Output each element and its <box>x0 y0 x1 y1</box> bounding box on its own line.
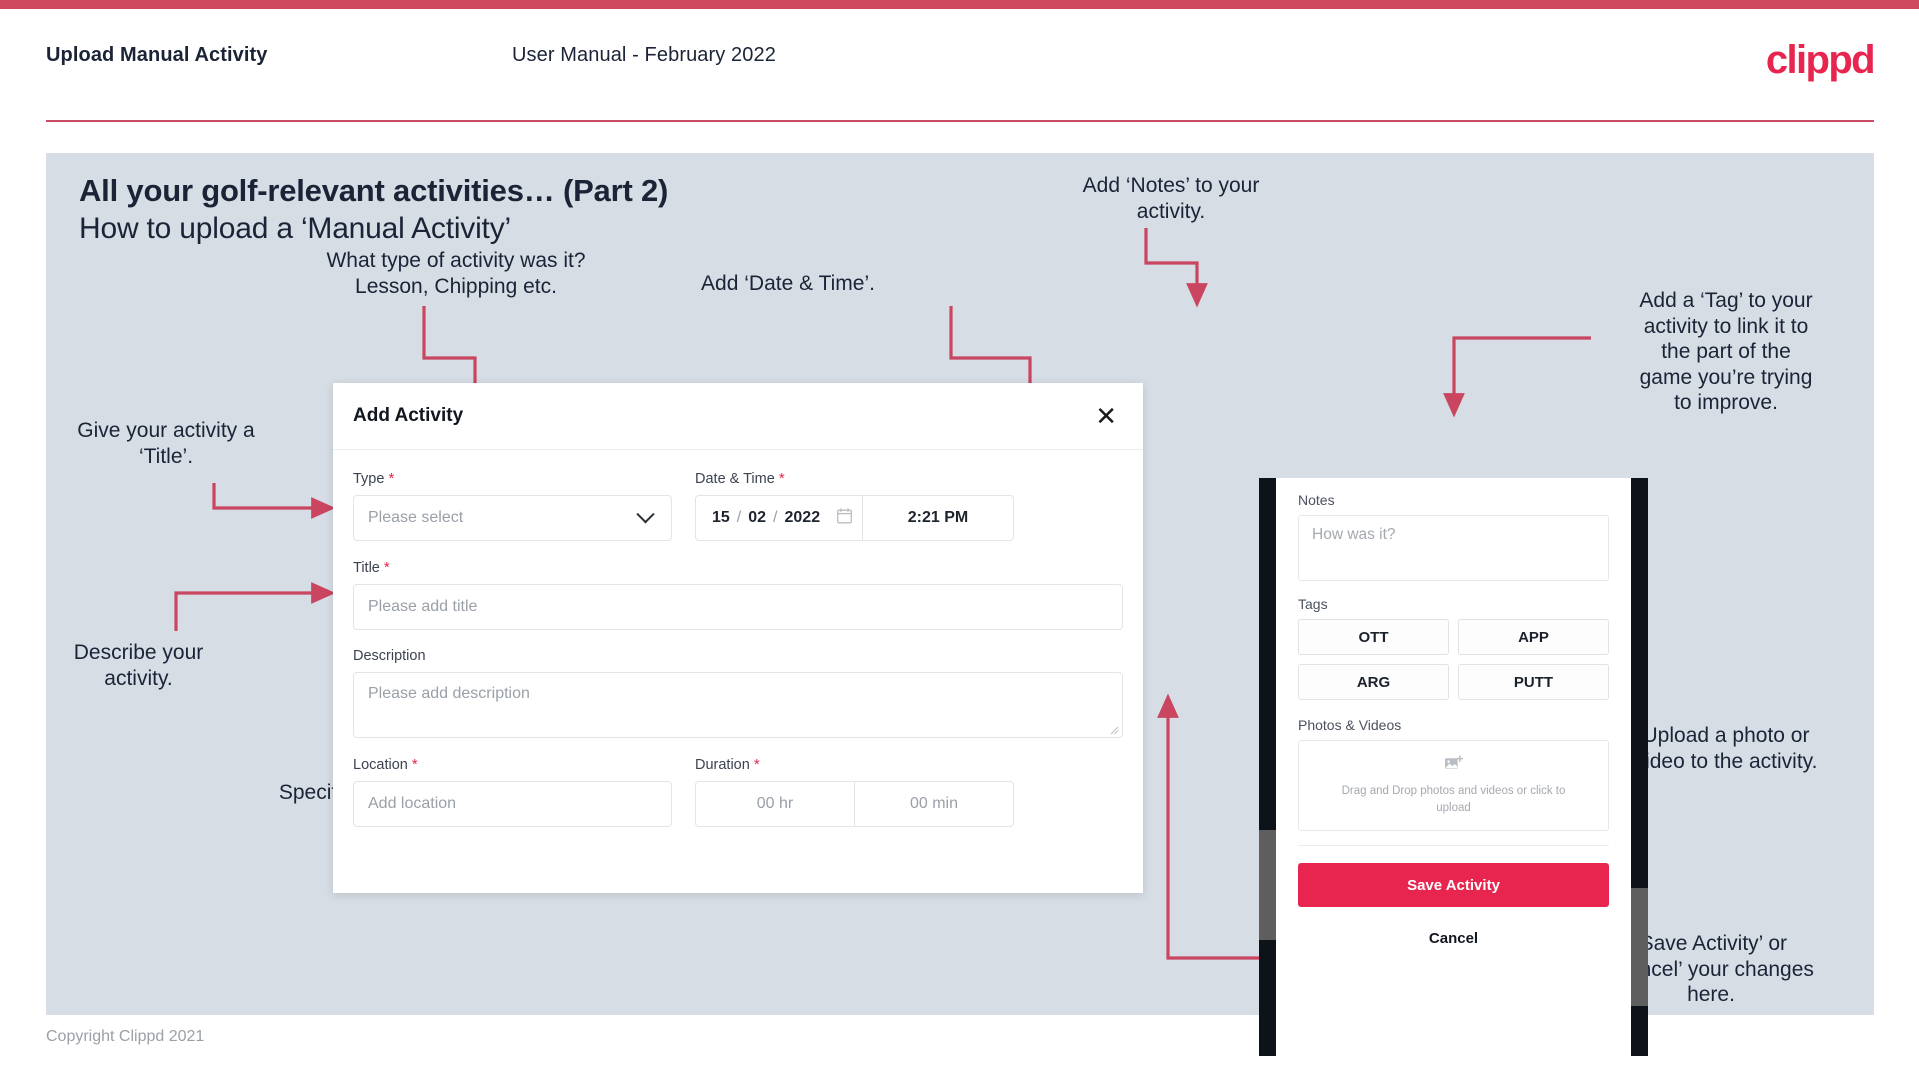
duration-group: 00 hr 00 min <box>695 781 1014 827</box>
phone-screen: Notes How was it? Tags OTT APP ARG PUTT … <box>1276 478 1631 1056</box>
tag-button-arg[interactable]: ARG <box>1298 664 1449 700</box>
field-label-type: Type * <box>353 470 672 487</box>
label-text-datetime: Date & Time <box>695 471 775 487</box>
calendar-icon[interactable] <box>837 507 853 529</box>
row-type-datetime: Type * Please select Date & Time * 15 / … <box>353 470 1123 559</box>
tag-button-putt[interactable]: PUTT <box>1458 664 1609 700</box>
phone-mockup: Notes How was it? Tags OTT APP ARG PUTT … <box>1259 478 1648 1056</box>
label-text-location: Location <box>353 757 408 773</box>
phone-side-button-right <box>1631 888 1648 1006</box>
date-month: 02 <box>748 509 767 526</box>
required-marker: * <box>388 470 395 487</box>
tags-grid: OTT APP ARG PUTT <box>1298 619 1609 700</box>
tag-button-app[interactable]: APP <box>1458 619 1609 655</box>
annotation-datetime: Add ‘Date & Time’. <box>701 272 875 295</box>
field-label-duration: Duration * <box>695 756 1014 773</box>
time-input[interactable]: 2:21 PM <box>862 496 1013 540</box>
tags-label: Tags <box>1298 596 1328 612</box>
duration-hours-input[interactable]: 00 hr <box>696 782 854 826</box>
field-label-datetime: Date & Time * <box>695 470 1014 487</box>
label-text-duration: Duration <box>695 757 750 773</box>
title-placeholder: Please add title <box>368 598 478 615</box>
time-value: 2:21 PM <box>907 509 969 526</box>
required-marker: * <box>753 756 760 773</box>
row-location-duration: Location * Add location Duration * 00 hr… <box>353 756 1123 845</box>
dialog-body: Type * Please select Date & Time * 15 / … <box>333 450 1143 845</box>
slide-panel: All your golf-relevant activities… (Part… <box>46 153 1874 1056</box>
add-activity-dialog: Add Activity ✕ Type * Please select Date… <box>333 383 1143 893</box>
field-label-title: Title * <box>353 559 1123 576</box>
date-input[interactable]: 15 / 02 / 2022 <box>696 496 862 540</box>
location-input[interactable]: Add location <box>353 781 672 827</box>
label-text-type: Type <box>353 471 385 487</box>
photos-videos-label: Photos & Videos <box>1298 717 1402 733</box>
phone-content: Notes How was it? Tags OTT APP ARG PUTT … <box>1276 478 1631 947</box>
date-day: 15 <box>712 509 730 526</box>
date-sep-2: / <box>773 509 778 526</box>
field-label-description: Description <box>353 648 1123 664</box>
phone-frame-right <box>1631 478 1648 1056</box>
field-duration: Duration * 00 hr 00 min <box>695 756 1014 827</box>
field-location: Location * Add location <box>353 756 672 827</box>
annotation-notes: Add ‘Notes’ to your activity. <box>1082 174 1260 223</box>
slide-subheading: How to upload a ‘Manual Activity’ <box>79 212 511 245</box>
field-description: Description Please add description <box>353 648 1123 738</box>
chevron-down-icon <box>636 504 655 523</box>
label-text-title: Title <box>353 560 380 576</box>
save-activity-button[interactable]: Save Activity <box>1298 863 1609 907</box>
required-marker: * <box>411 756 418 773</box>
phone-side-button-left <box>1259 830 1276 940</box>
date-year: 2022 <box>784 509 821 526</box>
duration-minutes-input[interactable]: 00 min <box>854 782 1013 826</box>
notes-label: Notes <box>1298 492 1335 508</box>
description-placeholder: Please add description <box>368 685 530 702</box>
add-image-icon <box>1444 755 1464 777</box>
phone-divider <box>1298 845 1609 846</box>
dialog-header: Add Activity ✕ <box>333 383 1143 450</box>
cancel-button[interactable]: Cancel <box>1298 930 1609 947</box>
page-subtitle: User Manual - February 2022 <box>512 44 776 66</box>
slide-heading: All your golf-relevant activities… (Part… <box>79 173 669 208</box>
notes-placeholder: How was it? <box>1312 526 1396 543</box>
field-title: Title * Please add title <box>353 559 1123 630</box>
date-sep-1: / <box>736 509 742 526</box>
resize-grip-icon[interactable] <box>1109 725 1119 735</box>
close-icon[interactable]: ✕ <box>1093 403 1119 429</box>
photo-dropzone[interactable]: Drag and Drop photos and videos or click… <box>1298 740 1609 831</box>
field-datetime: Date & Time * 15 / 02 / 2022 2:21 PM <box>695 470 1014 541</box>
annotation-tags: Add a ‘Tag’ to your activity to link it … <box>1639 289 1813 415</box>
annotation-title: Give your activity a ‘Title’. <box>77 419 255 468</box>
datetime-group: 15 / 02 / 2022 2:21 PM <box>695 495 1014 541</box>
notes-textarea[interactable]: How was it? <box>1298 515 1609 581</box>
top-accent-strip <box>0 0 1919 9</box>
annotation-description: Describe your activity. <box>73 641 204 690</box>
field-type: Type * Please select <box>353 470 672 541</box>
page-title: Upload Manual Activity <box>46 44 268 66</box>
type-select[interactable]: Please select <box>353 495 672 541</box>
required-marker: * <box>383 559 390 576</box>
description-textarea[interactable]: Please add description <box>353 672 1123 738</box>
clippd-logo: clippd <box>1765 38 1876 82</box>
dialog-title: Add Activity <box>353 405 464 426</box>
type-select-placeholder: Please select <box>368 509 464 526</box>
annotation-type: What type of activity was it? Lesson, Ch… <box>326 249 586 298</box>
duration-minutes-placeholder: 00 min <box>909 795 959 812</box>
dropzone-text: Drag and Drop photos and videos or click… <box>1341 784 1566 814</box>
header-divider <box>46 120 1874 122</box>
title-input[interactable]: Please add title <box>353 584 1123 630</box>
required-marker: * <box>778 470 785 487</box>
tag-button-ott[interactable]: OTT <box>1298 619 1449 655</box>
duration-hours-placeholder: 00 hr <box>756 795 794 812</box>
copyright-footer: Copyright Clippd 2021 <box>46 1028 205 1045</box>
location-placeholder: Add location <box>368 795 457 812</box>
field-label-location: Location * <box>353 756 672 773</box>
phone-frame-left <box>1259 478 1276 1056</box>
slide-page: Upload Manual Activity User Manual - Feb… <box>0 0 1919 1079</box>
label-text-description: Description <box>353 648 426 664</box>
